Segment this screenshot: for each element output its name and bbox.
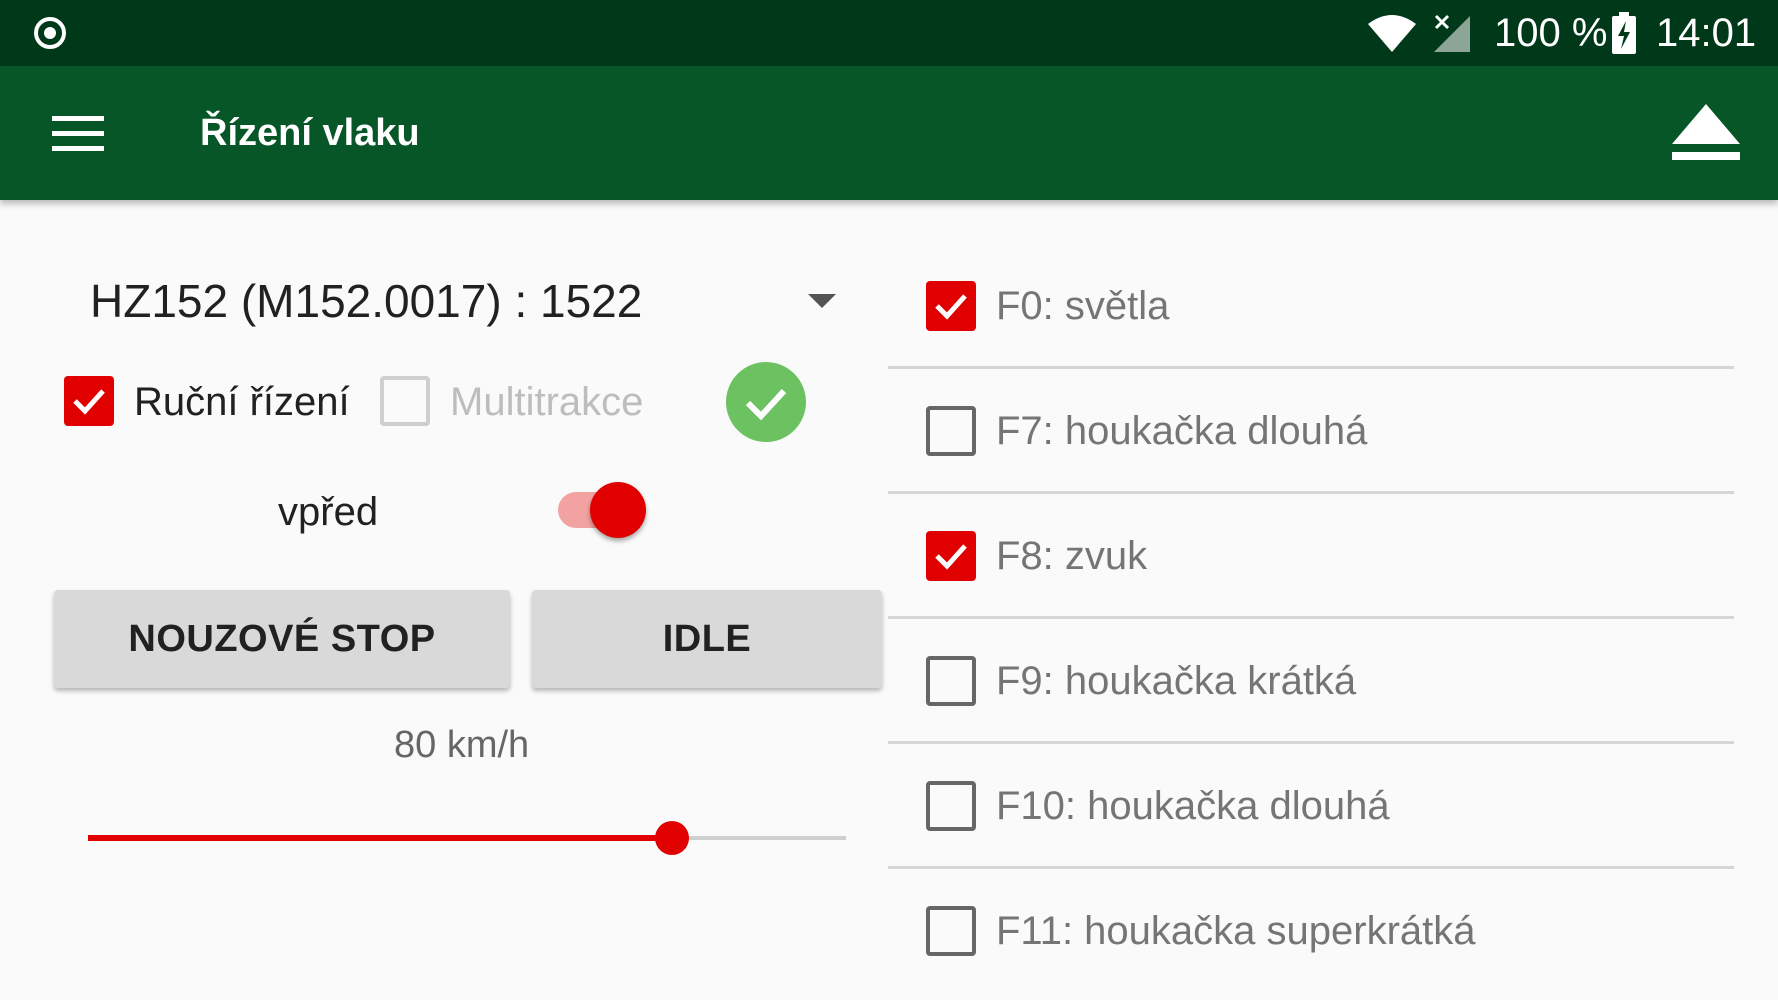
loco-select-value: HZ152 (M152.0017) : 1522 bbox=[90, 275, 643, 327]
eject-icon bbox=[1672, 104, 1740, 160]
check-circle-icon bbox=[726, 362, 806, 442]
function-label: F10: houkačka dlouhá bbox=[996, 784, 1390, 828]
target-circle-icon bbox=[34, 17, 66, 49]
app-bar: Řízení vlaku bbox=[0, 66, 1778, 200]
status-bar: 100 % 14:01 bbox=[0, 0, 1778, 66]
manual-control-label: Ruční řízení bbox=[134, 380, 350, 424]
checkbox-unchecked-icon bbox=[926, 656, 976, 706]
battery-percentage: 100 % bbox=[1494, 11, 1608, 55]
function-item[interactable]: F11: houkačka superkrátká bbox=[888, 869, 1734, 994]
wifi-icon bbox=[1368, 15, 1416, 52]
emergency-stop-button[interactable]: NOUZOVÉ STOP bbox=[54, 590, 510, 688]
speed-slider[interactable] bbox=[88, 816, 846, 860]
function-label: F8: zvuk bbox=[996, 534, 1148, 578]
battery-charging-icon bbox=[1612, 12, 1636, 54]
menu-button[interactable] bbox=[38, 102, 118, 164]
dropdown-arrow-icon bbox=[808, 294, 836, 308]
multitraction-label: Multitrakce bbox=[450, 380, 644, 424]
checkbox-unchecked-icon bbox=[926, 406, 976, 456]
checkbox-unchecked-icon bbox=[926, 906, 976, 956]
hamburger-menu-icon bbox=[52, 116, 104, 152]
function-item[interactable]: F8: zvuk bbox=[888, 494, 1734, 619]
idle-button[interactable]: IDLE bbox=[532, 590, 882, 688]
function-item[interactable]: F7: houkačka dlouhá bbox=[888, 369, 1734, 494]
function-list: F0: světla F7: houkačka dlouhá F8: zvuk F9:… bbox=[888, 244, 1734, 994]
slider-thumb[interactable] bbox=[654, 821, 689, 855]
function-label: F9: houkačka krátká bbox=[996, 659, 1357, 703]
function-item[interactable]: F9: houkačka krátká bbox=[888, 619, 1734, 744]
direction-label: vpřed bbox=[278, 490, 379, 534]
checkbox-checked-icon bbox=[64, 376, 114, 426]
direction-toggle[interactable] bbox=[556, 478, 648, 542]
function-label: F11: houkačka superkrátká bbox=[996, 909, 1476, 953]
toggle-thumb bbox=[590, 482, 646, 538]
signal-no-service-icon bbox=[1434, 14, 1470, 52]
speed-readout: 80 km/h bbox=[394, 724, 530, 766]
checkbox-checked-icon bbox=[926, 531, 976, 581]
clock: 14:01 bbox=[1656, 11, 1757, 55]
checkbox-unchecked-icon bbox=[380, 376, 430, 426]
checkbox-unchecked-icon bbox=[926, 781, 976, 831]
function-item[interactable]: F0: světla bbox=[888, 244, 1734, 369]
release-loco-button[interactable] bbox=[1664, 96, 1748, 170]
slider-fill bbox=[88, 835, 672, 841]
function-item[interactable]: F10: houkačka dlouhá bbox=[888, 744, 1734, 869]
checkbox-checked-icon bbox=[926, 281, 976, 331]
page-title: Řízení vlaku bbox=[200, 112, 420, 154]
function-label: F0: světla bbox=[996, 284, 1170, 328]
loco-select[interactable]: HZ152 (M152.0017) : 1522 bbox=[66, 262, 846, 340]
function-label: F7: houkačka dlouhá bbox=[996, 409, 1368, 453]
